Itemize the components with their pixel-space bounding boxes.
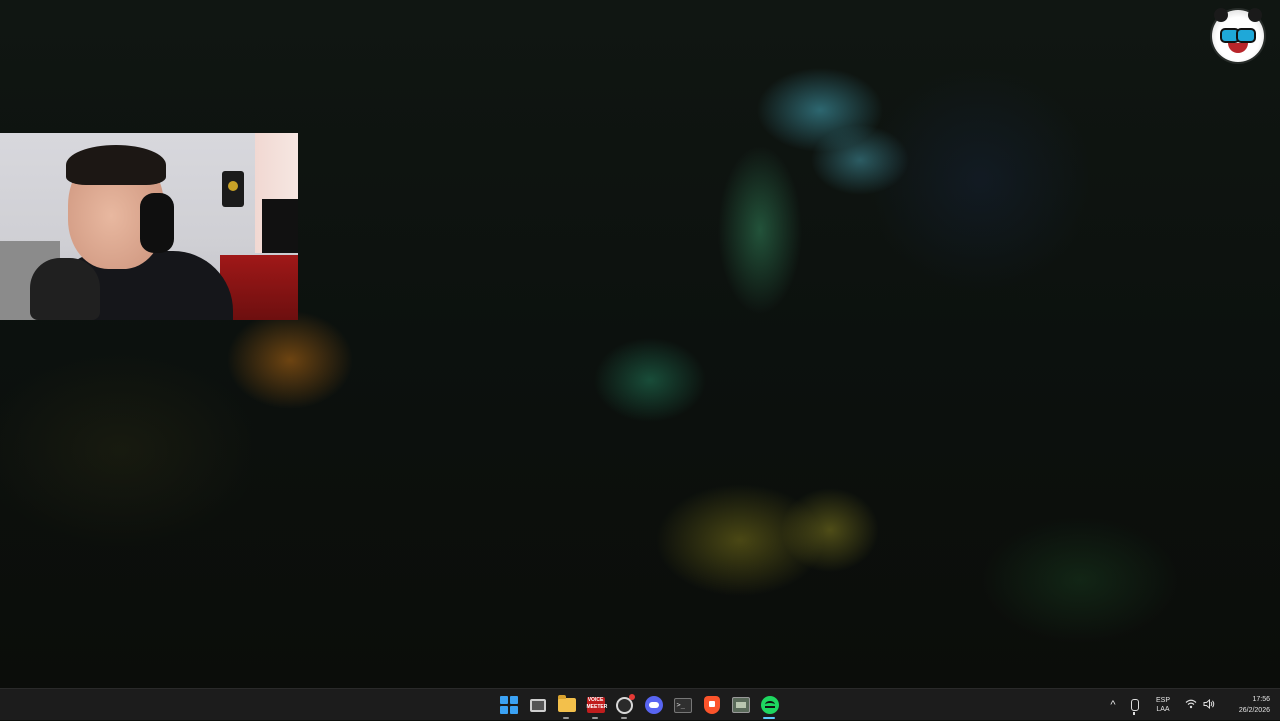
quick-settings-button[interactable] <box>1180 689 1220 721</box>
obs-icon <box>616 693 635 714</box>
microphone <box>30 258 100 320</box>
discord-icon <box>644 696 663 714</box>
obs-button[interactable] <box>610 689 639 721</box>
input-language-button[interactable]: ESP LAA <box>1146 689 1180 721</box>
language-code: ESP <box>1155 697 1170 704</box>
clock-time: 17:56 <box>1252 696 1270 703</box>
running-indicator <box>592 717 598 719</box>
file-explorer-button[interactable] <box>552 689 581 721</box>
brave-button[interactable] <box>697 689 726 721</box>
spotify-icon <box>760 696 779 714</box>
taskbar-pinned-apps: VOICE MEETER >_ <box>494 689 784 721</box>
discord-button[interactable] <box>639 689 668 721</box>
desktop-wallpaper <box>0 0 1280 688</box>
panda-logo-icon <box>1212 8 1264 62</box>
terminal-icon: >_ <box>673 697 692 713</box>
microphone-status-button[interactable] <box>1124 689 1146 721</box>
taskbar: VOICE MEETER >_ ^ ESP LAA 17:56 26/2/202… <box>0 688 1280 720</box>
keyboard-layout: LAA <box>1156 706 1170 713</box>
voicemeeter-button[interactable]: VOICE MEETER <box>581 689 610 721</box>
task-view-icon <box>529 698 546 712</box>
windows-icon <box>499 696 518 714</box>
start-button[interactable] <box>494 689 523 721</box>
system-tray: ^ ESP LAA 17:56 26/2/2026 <box>1102 689 1280 721</box>
headphones <box>140 193 174 253</box>
running-indicator <box>563 717 569 719</box>
terminal-button[interactable]: >_ <box>668 689 697 721</box>
folder-icon <box>557 695 576 712</box>
panda-sunglass <box>1236 28 1256 43</box>
spotify-button[interactable] <box>755 689 784 721</box>
task-view-button[interactable] <box>523 689 552 721</box>
streamer-hair <box>66 145 166 185</box>
voicemeeter-icon: VOICE MEETER <box>586 697 607 713</box>
wifi-icon <box>1185 699 1197 712</box>
clock-button[interactable]: 17:56 26/2/2026 <box>1220 689 1280 721</box>
webcam-overlay <box>0 133 298 320</box>
show-hidden-icons-button[interactable]: ^ <box>1102 689 1124 721</box>
game-icon <box>731 697 750 713</box>
clock-date: 26/2/2026 <box>1238 707 1270 714</box>
active-indicator <box>763 717 775 719</box>
microphone-icon <box>1131 699 1139 715</box>
panda-ear <box>1214 8 1228 22</box>
volume-icon <box>1203 698 1215 712</box>
game-button[interactable] <box>726 689 755 721</box>
studio-speaker <box>222 171 244 207</box>
panda-mouth <box>1228 43 1248 53</box>
brave-icon <box>703 696 720 714</box>
running-indicator <box>621 717 627 719</box>
background-monitor <box>262 199 298 253</box>
panda-ear <box>1248 8 1262 22</box>
